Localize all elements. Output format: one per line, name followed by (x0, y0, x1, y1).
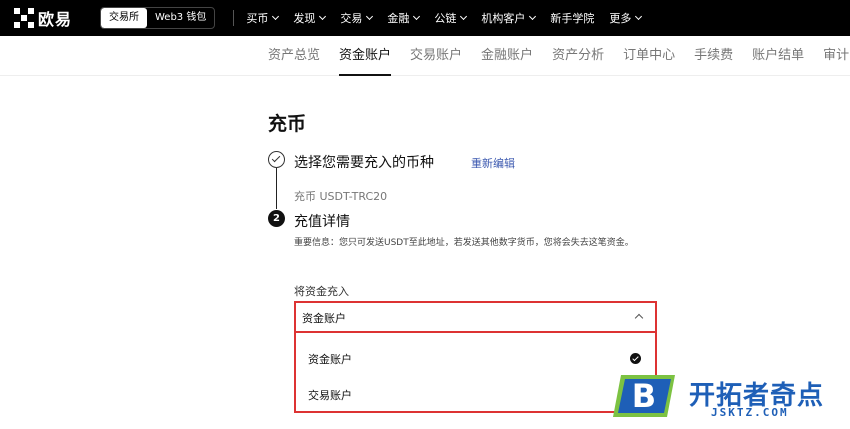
tab-audit[interactable]: 审计 (823, 36, 849, 76)
chevron-down-icon (460, 12, 468, 21)
tab-asset-overview[interactable]: 资产总览 (268, 36, 320, 76)
asset-sub-nav: 资产总览 资金账户 交易账户 金融账户 资产分析 订单中心 手续费 账户结单 审… (0, 36, 850, 76)
chevron-down-icon (366, 12, 374, 21)
watermark-logo: B (613, 375, 675, 417)
nav-label: 更多 (609, 12, 632, 25)
step2-title: 充值详情 (294, 214, 350, 230)
web3-wallet-mode-button[interactable]: Web3 钱包 (147, 8, 214, 28)
nav-item-institutional[interactable]: 机构客户 (481, 10, 537, 26)
option-trading-account[interactable]: 交易账户 (308, 387, 352, 403)
step1-title: 选择您需要充入的币种 (294, 155, 434, 171)
logo-mark-icon (14, 8, 34, 28)
option-funding-account[interactable]: 资金账户 (308, 351, 352, 367)
selected-check-icon (630, 353, 641, 364)
deposit-to-label: 将资金充入 (294, 285, 349, 298)
chevron-down-icon (529, 12, 537, 21)
chevron-up-icon (634, 313, 644, 323)
nav-label: 机构客户 (481, 12, 526, 25)
nav-item-finance[interactable]: 金融 (387, 10, 421, 26)
step-complete-check-icon (268, 151, 285, 168)
tab-finance-account[interactable]: 金融账户 (481, 36, 533, 76)
nav-item-academy[interactable]: 新手学院 (550, 10, 594, 26)
tab-trading-account[interactable]: 交易账户 (410, 36, 462, 76)
nav-label: 公链 (434, 12, 457, 25)
nav-label: 买币 (246, 12, 269, 25)
nav-item-trade[interactable]: 交易 (340, 10, 374, 26)
main-nav: 买币 发现 交易 金融 公链 机构客户 新手学院 更多 (246, 10, 656, 26)
chevron-down-icon (272, 12, 280, 21)
tab-asset-analysis[interactable]: 资产分析 (552, 36, 604, 76)
watermark-logo-letter: B (632, 377, 656, 415)
deposit-account-select[interactable]: 资金账户 (294, 301, 657, 333)
selected-coin-summary: 充币 USDT-TRC20 (294, 190, 388, 203)
nav-label: 金融 (387, 12, 410, 25)
tab-fees[interactable]: 手续费 (694, 36, 733, 76)
nav-label: 交易 (340, 12, 363, 25)
account-dropdown-menu: 资金账户 交易账户 (294, 333, 657, 413)
chevron-down-icon (413, 12, 421, 21)
nav-item-more[interactable]: 更多 (609, 10, 643, 26)
tab-funding-account[interactable]: 资金账户 (339, 36, 392, 76)
nav-item-chain[interactable]: 公链 (434, 10, 468, 26)
tab-order-center[interactable]: 订单中心 (623, 36, 675, 76)
nav-item-buy-crypto[interactable]: 买币 (246, 10, 280, 26)
logo-text: 欧易 (38, 10, 73, 29)
nav-item-discover[interactable]: 发现 (293, 10, 327, 26)
re-edit-link[interactable]: 重新编辑 (471, 155, 515, 171)
top-nav: 欧易 交易所 Web3 钱包 买币 发现 交易 金融 公链 机构客户 新手学院 … (0, 0, 850, 36)
nav-label: 新手学院 (550, 12, 595, 25)
chevron-down-icon (319, 12, 327, 21)
tab-statements[interactable]: 账户结单 (752, 36, 804, 76)
chevron-down-icon (635, 12, 643, 21)
watermark-url: JSKTZ.COM (711, 406, 789, 419)
nav-divider (233, 10, 235, 26)
step2-number-badge: 2 (268, 210, 285, 227)
exchange-mode-button[interactable]: 交易所 (101, 8, 147, 28)
step-connector (276, 168, 277, 209)
asset-tabs: 资产总览 资金账户 交易账户 金融账户 资产分析 订单中心 手续费 账户结单 审… (268, 36, 850, 76)
selected-account-value: 资金账户 (302, 312, 346, 325)
important-notice: 重要信息：您只可发送USDT至此地址，若发送其他数字货币，您将会失去这笔资金。 (294, 238, 634, 248)
nav-label: 发现 (293, 12, 316, 25)
okx-logo[interactable]: 欧易 (14, 6, 92, 30)
page-title: 充币 (268, 113, 307, 135)
mode-toggle: 交易所 Web3 钱包 (100, 7, 216, 29)
